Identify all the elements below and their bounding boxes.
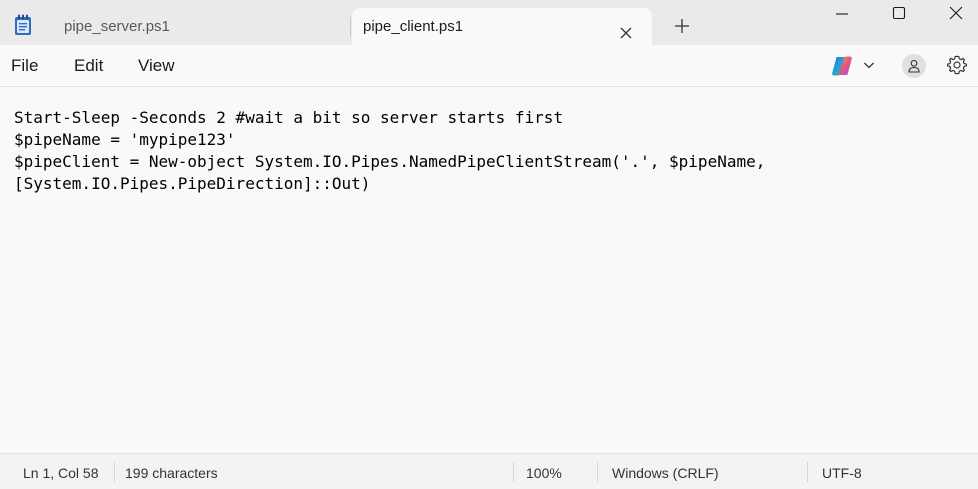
menu-view[interactable]: View: [138, 56, 175, 76]
tab-label: pipe_client.ps1: [363, 18, 464, 35]
new-tab-plus-icon[interactable]: [672, 16, 692, 36]
cursor-position[interactable]: Ln 1, Col 58: [23, 465, 99, 481]
line-ending[interactable]: Windows (CRLF): [612, 465, 719, 481]
code-line: [System.IO.Pipes.PipeDirection]::Out): [14, 174, 371, 193]
tab-close-icon[interactable]: [618, 18, 634, 39]
tab-pipe-server[interactable]: pipe_server.ps1: [48, 8, 351, 45]
title-bar: pipe_server.ps1 pipe_client.ps1: [0, 0, 978, 45]
account-icon[interactable]: [902, 54, 926, 78]
status-divider: [114, 462, 115, 482]
copilot-icon[interactable]: [830, 55, 854, 77]
minimize-button[interactable]: [812, 0, 870, 30]
close-icon: [949, 6, 963, 20]
menu-file[interactable]: File: [11, 56, 38, 76]
notepad-app-icon: [13, 14, 33, 36]
chevron-down-icon[interactable]: [862, 58, 876, 72]
minimize-icon: [836, 13, 848, 15]
code-line: $pipeClient = New-object System.IO.Pipes…: [14, 152, 766, 171]
notepad-window: pipe_server.ps1 pipe_client.ps1 File Edi…: [0, 0, 978, 489]
gear-icon[interactable]: [946, 54, 968, 76]
menu-bar: File Edit View: [0, 45, 978, 87]
status-divider: [807, 462, 808, 482]
code-line: Start-Sleep -Seconds 2 #wait a bit so se…: [14, 108, 564, 127]
status-bar: Ln 1, Col 58 199 characters 100% Windows…: [0, 453, 978, 489]
status-divider: [597, 462, 598, 482]
encoding[interactable]: UTF-8: [822, 465, 862, 481]
text-editor[interactable]: Start-Sleep -Seconds 2 #wait a bit so se…: [0, 87, 978, 453]
code-line: $pipeName = 'mypipe123': [14, 130, 236, 149]
maximize-icon: [892, 6, 906, 20]
close-window-button[interactable]: [926, 0, 978, 30]
status-divider: [513, 462, 514, 482]
tab-label: pipe_server.ps1: [64, 18, 170, 35]
zoom-level[interactable]: 100%: [526, 465, 562, 481]
editor-content[interactable]: Start-Sleep -Seconds 2 #wait a bit so se…: [14, 107, 765, 195]
tab-pipe-client[interactable]: pipe_client.ps1: [352, 8, 652, 45]
menu-edit[interactable]: Edit: [74, 56, 103, 76]
character-count: 199 characters: [125, 465, 218, 481]
maximize-button[interactable]: [869, 0, 927, 30]
